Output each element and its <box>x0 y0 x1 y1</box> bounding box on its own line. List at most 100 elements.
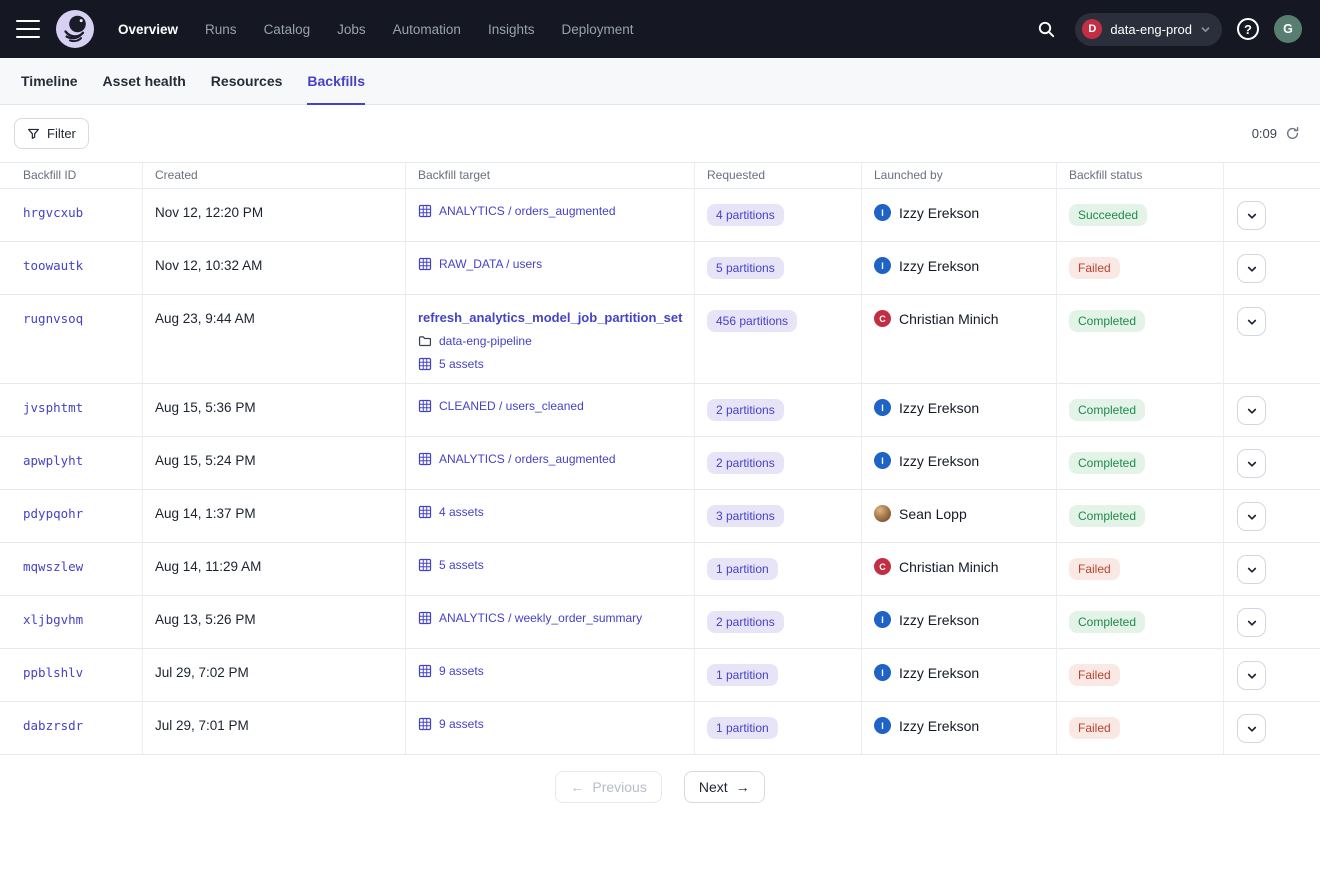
target-asset-link[interactable]: 9 assets <box>418 664 682 678</box>
user-avatar[interactable]: G <box>1274 15 1302 43</box>
backfill-status-cell: Failed <box>1057 543 1224 595</box>
backfill-id-link[interactable]: apwplyht <box>23 453 83 468</box>
row-actions-cell <box>1224 384 1320 436</box>
row-actions-cell <box>1224 490 1320 542</box>
dagster-logo[interactable] <box>56 10 94 48</box>
row-menu-button[interactable] <box>1237 307 1266 336</box>
refresh-button[interactable] <box>1285 126 1300 141</box>
target-job-assets-link[interactable]: 5 assets <box>418 357 682 371</box>
backfill-id-link[interactable]: rugnvsoq <box>23 311 83 326</box>
target-asset-label: 4 assets <box>439 505 484 519</box>
backfill-target-cell: ANALYTICS / orders_augmented ANALYTICS /… <box>406 189 695 241</box>
launched-by-name: Izzy Erekson <box>899 718 979 734</box>
target-job-repo-link[interactable]: data-eng-pipeline <box>418 334 682 348</box>
row-menu-button[interactable] <box>1237 254 1266 283</box>
table-row: mqwszlew Aug 14, 11:29 AM 5 assets 5 ass… <box>0 543 1320 596</box>
next-page-label: Next <box>699 779 728 795</box>
top-navbar: Overview Runs Catalog Jobs Automation Insight… <box>0 0 1320 58</box>
row-actions-cell <box>1224 649 1320 701</box>
overview-tabbar: Timeline Asset health Resources Backfills <box>0 58 1320 105</box>
backfill-id-link[interactable]: hrgvcxub <box>23 205 83 220</box>
secondary-tab[interactable]: Resources <box>211 58 283 104</box>
target-job: refresh_analytics_model_job_partition_se… <box>418 310 682 371</box>
next-page-button[interactable]: Next → <box>684 771 765 803</box>
next-arrow-icon: → <box>736 779 750 795</box>
deployment-switcher[interactable]: D data-eng-prod <box>1075 13 1222 46</box>
primary-nav-item[interactable]: Deployment <box>561 22 633 37</box>
primary-nav-item[interactable]: Runs <box>205 22 237 37</box>
chevron-down-icon <box>1246 316 1258 328</box>
created-timestamp: Aug 14, 11:29 AM <box>155 559 261 574</box>
status-badge: Completed <box>1069 310 1145 332</box>
previous-page-button[interactable]: ← Previous <box>555 771 661 803</box>
backfill-status-cell: Failed <box>1057 702 1224 754</box>
backfill-status-cell: Completed <box>1057 437 1224 489</box>
backfill-status-cell: Succeeded <box>1057 189 1224 241</box>
launched-by-avatar: I <box>874 204 891 221</box>
backfill-id-cell: dabzrsdr <box>0 702 143 754</box>
created-cell: Aug 14, 1:37 PM <box>143 490 406 542</box>
search-button[interactable] <box>1033 16 1060 43</box>
row-menu-button[interactable] <box>1237 608 1266 637</box>
partitions-badge: 1 partition <box>707 558 778 580</box>
partitions-badge: 3 partitions <box>707 505 784 527</box>
backfill-id-link[interactable]: dabzrsdr <box>23 718 83 733</box>
backfill-id-cell: mqwszlew <box>0 543 143 595</box>
launched-by-name: Izzy Erekson <box>899 453 979 469</box>
status-badge: Failed <box>1069 257 1120 279</box>
launched-by-cell: Sean Lopp <box>862 490 1057 542</box>
chevron-down-icon <box>1246 263 1258 275</box>
requested-cell: 5 partitions <box>695 242 862 294</box>
row-menu-button[interactable] <box>1237 661 1266 690</box>
row-actions-cell <box>1224 242 1320 294</box>
target-asset-link[interactable]: ANALYTICS / weekly_order_summary <box>418 611 682 625</box>
secondary-tab[interactable]: Asset health <box>103 58 186 104</box>
filter-button-label: Filter <box>47 126 76 141</box>
primary-nav-item[interactable]: Catalog <box>264 22 311 37</box>
target-job-link[interactable]: refresh_analytics_model_job_partition_se… <box>418 310 682 325</box>
backfill-target-cell: 9 assets 9 assets <box>406 702 695 754</box>
backfill-id-link[interactable]: mqwszlew <box>23 559 83 574</box>
table-row: apwplyht Aug 15, 5:24 PM ANALYTICS / ord… <box>0 437 1320 490</box>
hamburger-menu-button[interactable] <box>16 20 40 38</box>
target-asset-link[interactable]: 9 assets <box>418 717 682 731</box>
target-asset-label: CLEANED / users_cleaned <box>439 399 584 413</box>
launched-by-cell: C Christian Minich <box>862 295 1057 383</box>
row-menu-button[interactable] <box>1237 449 1266 478</box>
row-menu-button[interactable] <box>1237 502 1266 531</box>
deployment-name: data-eng-prod <box>1110 22 1192 37</box>
launched-by-cell: I Izzy Erekson <box>862 702 1057 754</box>
target-asset-link[interactable]: 4 assets <box>418 505 682 519</box>
row-menu-button[interactable] <box>1237 396 1266 425</box>
backfill-id-link[interactable]: ppblshlv <box>23 665 83 680</box>
backfill-id-link[interactable]: toowautk <box>23 258 83 273</box>
target-asset-link[interactable]: RAW_DATA / users <box>418 257 682 271</box>
target-asset-link[interactable]: CLEANED / users_cleaned <box>418 399 682 413</box>
backfill-id-link[interactable]: xljbgvhm <box>23 612 83 627</box>
primary-nav-item[interactable]: Overview <box>118 22 178 37</box>
previous-arrow-icon: ← <box>570 779 584 795</box>
row-menu-button[interactable] <box>1237 555 1266 584</box>
launched-by-avatar: C <box>874 558 891 575</box>
help-button[interactable]: ? <box>1237 18 1259 40</box>
asset-table-icon <box>418 505 432 519</box>
target-asset-link[interactable]: 5 assets <box>418 558 682 572</box>
filter-button[interactable]: Filter <box>14 118 89 149</box>
primary-nav-item[interactable]: Insights <box>488 22 535 37</box>
column-header-actions <box>1224 163 1320 188</box>
backfill-id-link[interactable]: jvsphtmt <box>23 400 83 415</box>
secondary-tab[interactable]: Timeline <box>21 58 78 104</box>
row-menu-button[interactable] <box>1237 714 1266 743</box>
secondary-tab[interactable]: Backfills <box>307 58 365 104</box>
launched-by-name: Izzy Erekson <box>899 665 979 681</box>
requested-cell: 2 partitions <box>695 437 862 489</box>
row-menu-button[interactable] <box>1237 201 1266 230</box>
created-cell: Aug 14, 11:29 AM <box>143 543 406 595</box>
backfill-id-link[interactable]: pdypqohr <box>23 506 83 521</box>
primary-nav-item[interactable]: Jobs <box>337 22 366 37</box>
launched-by-cell: I Izzy Erekson <box>862 596 1057 648</box>
target-asset-link[interactable]: ANALYTICS / orders_augmented <box>418 452 682 466</box>
target-asset-link[interactable]: ANALYTICS / orders_augmented <box>418 204 682 218</box>
primary-nav-item[interactable]: Automation <box>393 22 461 37</box>
chevron-down-icon <box>1246 564 1258 576</box>
